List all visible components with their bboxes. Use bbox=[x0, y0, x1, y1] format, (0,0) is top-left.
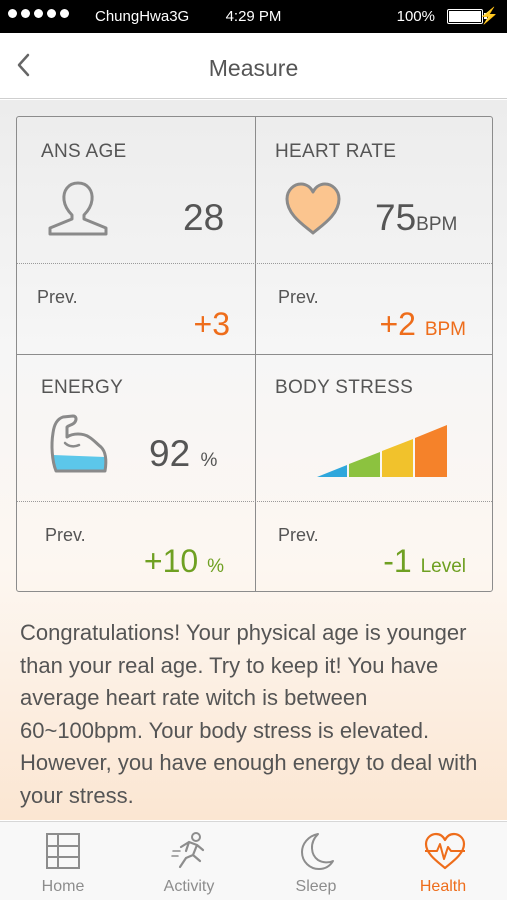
heart-rate-value-group: 75BPM bbox=[375, 197, 457, 239]
tab-sleep[interactable]: Sleep bbox=[253, 822, 379, 900]
tab-sleep-label: Sleep bbox=[295, 878, 337, 895]
ans-age-prev-label: Prev. bbox=[37, 287, 78, 307]
body-stress-label: BODY STRESS bbox=[275, 377, 414, 398]
tab-health-label: Health bbox=[419, 878, 467, 895]
body-stress-prev-delta: -1 bbox=[383, 543, 412, 579]
battery-icon bbox=[447, 9, 487, 24]
heart-rate-prev-group: +2 BPM bbox=[379, 306, 466, 343]
body-stress-prev-unit: Level bbox=[420, 556, 466, 577]
heart-rate-prev-delta: +2 bbox=[379, 306, 416, 342]
heart-pulse-icon bbox=[424, 832, 466, 870]
health-summary-message: Congratulations! Your physical age is yo… bbox=[20, 620, 478, 808]
stress-level-1 bbox=[317, 465, 347, 477]
tab-health[interactable]: Health bbox=[380, 822, 506, 900]
measure-content: ANS AGE 28 Prev. +3 HEART RATE 75BPM Pre… bbox=[0, 100, 507, 820]
dotted-divider-top bbox=[17, 263, 492, 264]
navigation-bar: Measure bbox=[0, 33, 507, 99]
energy-label: ENERGY bbox=[41, 377, 124, 398]
muscle-arm-icon bbox=[50, 414, 108, 473]
tab-home[interactable]: Home bbox=[0, 822, 126, 900]
heart-rate-prev-label: Prev. bbox=[278, 287, 319, 307]
energy-value: 92 bbox=[149, 433, 191, 474]
page-title: Measure bbox=[208, 55, 299, 81]
home-grid-icon bbox=[46, 833, 80, 869]
person-icon bbox=[48, 181, 108, 236]
tab-bar: Home Activity Sleep Health bbox=[0, 821, 507, 900]
ans-age-prev-delta: +3 bbox=[193, 306, 230, 342]
battery-percentage: 100% bbox=[396, 8, 435, 25]
body-stress-prev-group: -1 Level bbox=[383, 543, 466, 580]
heart-rate-label: HEART RATE bbox=[275, 141, 397, 162]
grid-divider-horizontal bbox=[17, 354, 492, 355]
heart-rate-unit: BPM bbox=[416, 214, 458, 235]
heart-rate-prev-unit: BPM bbox=[424, 319, 466, 340]
stress-level-2 bbox=[349, 452, 380, 477]
dotted-divider-bottom bbox=[17, 501, 492, 502]
energy-prev-unit: % bbox=[207, 556, 224, 577]
energy-prev-delta: +10 bbox=[143, 543, 199, 579]
heart-rate-value: 75 bbox=[375, 197, 417, 238]
energy-value-group: 92 % bbox=[149, 433, 217, 475]
stress-level-4 bbox=[415, 425, 447, 477]
body-stress-prev-label: Prev. bbox=[278, 525, 319, 545]
tab-activity[interactable]: Activity bbox=[126, 822, 252, 900]
ans-age-value: 28 bbox=[183, 197, 225, 238]
tab-home-label: Home bbox=[41, 878, 85, 895]
status-bar: ChungHwa3G 4:29 PM 100% ⚡ bbox=[0, 0, 507, 33]
energy-unit: % bbox=[200, 450, 218, 471]
energy-prev-group: +10 % bbox=[144, 543, 224, 580]
ans-age-label: ANS AGE bbox=[41, 141, 127, 162]
stress-level-bars-icon bbox=[317, 425, 447, 477]
energy-prev-label: Prev. bbox=[45, 525, 86, 545]
runner-icon bbox=[171, 832, 205, 869]
heart-icon bbox=[285, 182, 341, 235]
charging-bolt-icon: ⚡ bbox=[479, 8, 499, 25]
stress-level-3 bbox=[382, 439, 413, 477]
tab-activity-label: Activity bbox=[163, 878, 215, 895]
moon-icon bbox=[301, 833, 334, 870]
metrics-grid: ANS AGE 28 Prev. +3 HEART RATE 75BPM Pre… bbox=[16, 116, 493, 592]
